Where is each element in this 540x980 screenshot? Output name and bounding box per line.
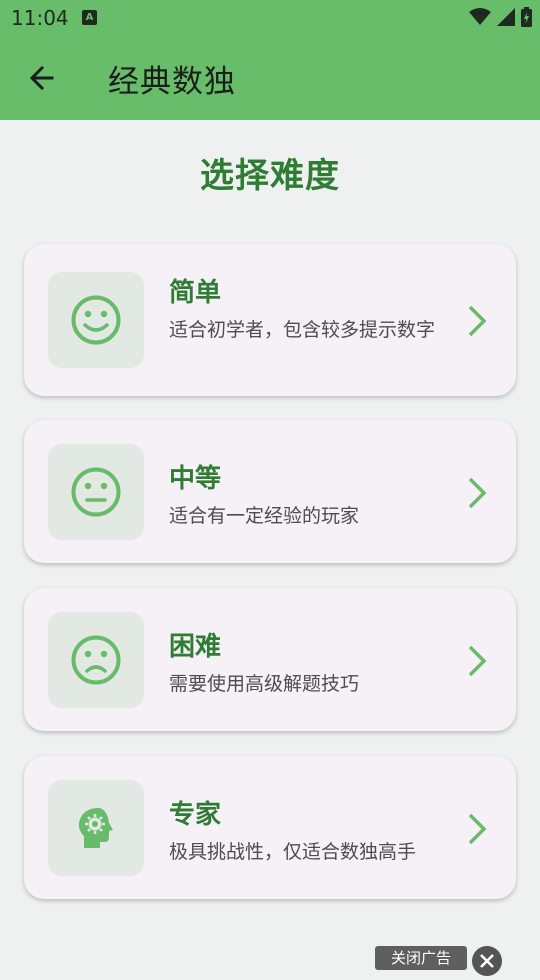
page-title: 选择难度 — [200, 156, 340, 196]
head-gear-icon — [79, 808, 113, 848]
smile-face-icon — [71, 295, 121, 345]
ad-close-button[interactable] — [472, 946, 502, 976]
signal-icon — [497, 8, 515, 26]
card-title: 专家 — [169, 800, 222, 830]
card-icon-box — [48, 612, 144, 708]
back-button[interactable] — [24, 60, 60, 96]
card-description: 需要使用高级解题技巧 — [169, 673, 360, 695]
battery-icon — [521, 7, 532, 27]
difficulty-card-hard[interactable]: 困难 需要使用高级解题技巧 — [24, 588, 516, 731]
neutral-face-icon — [71, 467, 121, 517]
sad-face-icon — [71, 635, 121, 685]
close-icon — [480, 954, 494, 968]
card-title: 困难 — [169, 632, 222, 662]
card-title: 简单 — [169, 278, 222, 308]
card-description: 适合有一定经验的玩家 — [169, 505, 360, 527]
chevron-right-icon — [468, 813, 487, 845]
difficulty-card-expert[interactable]: 专家 极具挑战性，仅适合数独高手 — [24, 756, 516, 899]
arrow-back-icon — [29, 65, 54, 91]
accessibility-notification-icon: A — [82, 10, 97, 25]
card-title: 中等 — [169, 464, 222, 494]
difficulty-card-medium[interactable]: 中等 适合有一定经验的玩家 — [24, 420, 516, 563]
card-icon-box — [48, 780, 144, 876]
ad-close-label[interactable]: 关闭广告 — [375, 946, 467, 970]
chevron-right-icon — [468, 305, 487, 337]
chevron-right-icon — [468, 477, 487, 509]
app-bar: 经典数独 — [0, 36, 540, 120]
status-bar: 11:04 A — [0, 0, 540, 36]
card-description: 适合初学者，包含较多提示数字 — [169, 319, 436, 341]
status-time: 11:04 — [11, 6, 69, 30]
difficulty-card-easy[interactable]: 简单 适合初学者，包含较多提示数字 — [24, 244, 516, 396]
status-icons — [469, 7, 532, 27]
card-icon-box — [48, 444, 144, 540]
app-title: 经典数独 — [108, 64, 236, 100]
card-description: 极具挑战性，仅适合数独高手 — [169, 841, 417, 863]
wifi-icon — [469, 8, 491, 25]
card-icon-box — [48, 272, 144, 368]
chevron-right-icon — [468, 645, 487, 677]
